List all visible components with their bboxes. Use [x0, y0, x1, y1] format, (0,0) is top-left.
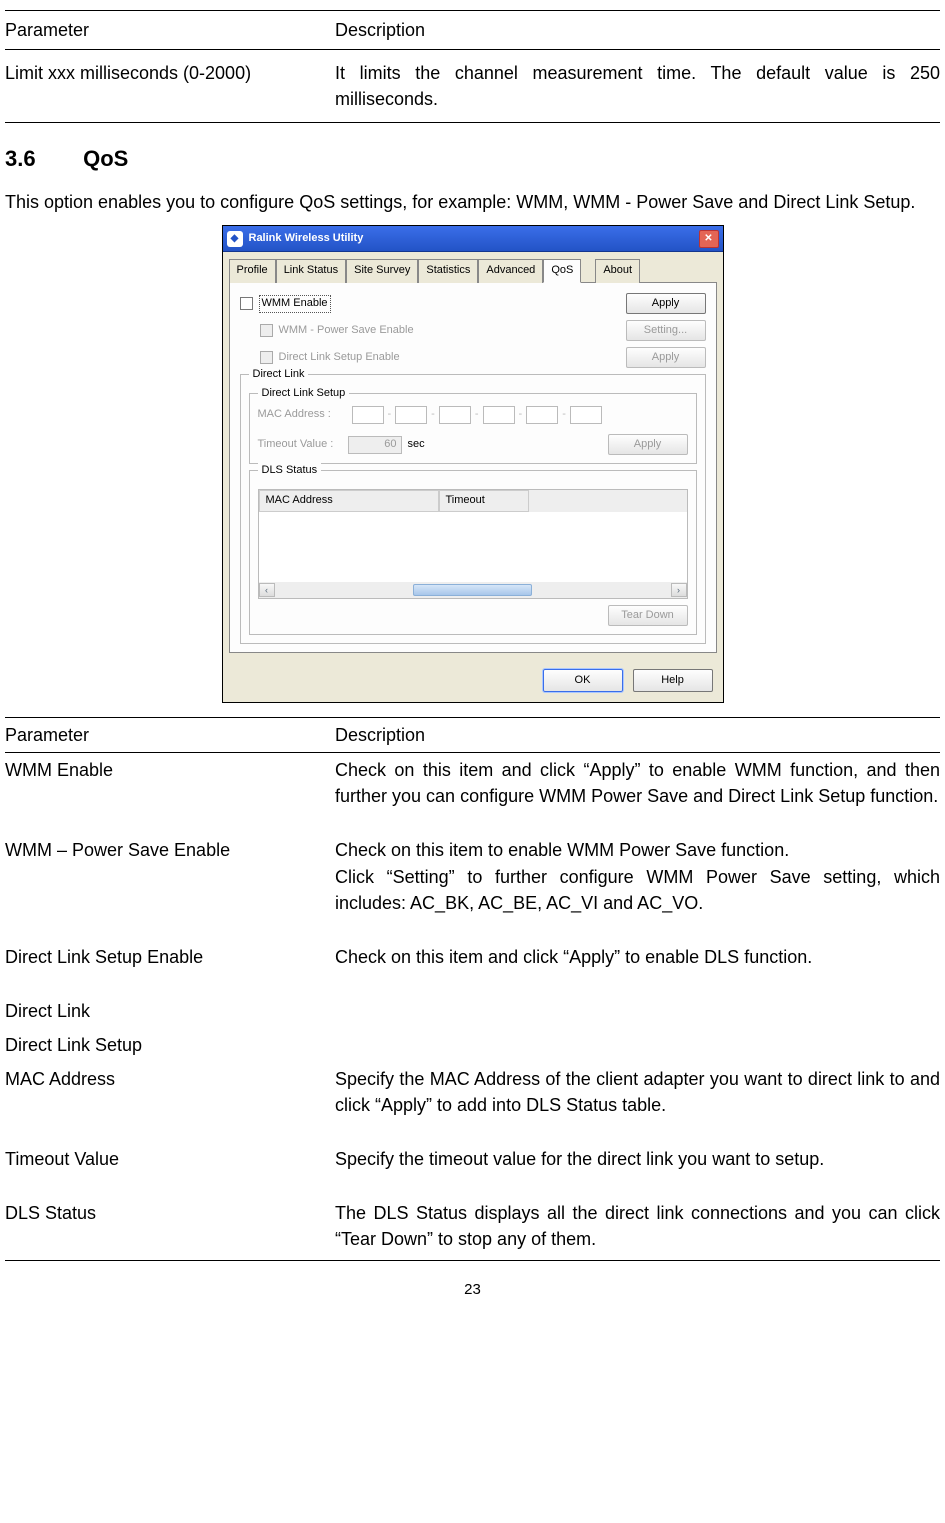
r5-param: Direct Link Setup — [5, 1028, 335, 1062]
app-icon: ◆ — [227, 231, 243, 247]
scroll-thumb[interactable] — [413, 584, 532, 596]
sec-label: sec — [408, 437, 425, 453]
setting-button[interactable]: Setting... — [626, 320, 706, 341]
window: ◆ Ralink Wireless Utility ✕ Profile Link… — [222, 225, 724, 703]
top-hdr-param: Parameter — [5, 11, 335, 50]
tab-site-survey[interactable]: Site Survey — [346, 259, 418, 283]
mac-input-1[interactable] — [352, 406, 384, 424]
mac-input-4[interactable] — [483, 406, 515, 424]
pt-hdr-param: Parameter — [5, 718, 335, 753]
r7-desc: Specify the timeout value for the direct… — [335, 1142, 940, 1176]
dls-col-timeout[interactable]: Timeout — [439, 490, 529, 512]
r8-param: DLS Status — [5, 1196, 335, 1261]
window-title: Ralink Wireless Utility — [249, 231, 364, 247]
close-icon[interactable]: ✕ — [699, 230, 719, 248]
apply-button-1[interactable]: Apply — [626, 293, 706, 314]
wmm-label: WMM Enable — [259, 295, 331, 313]
mac-input-2[interactable] — [395, 406, 427, 424]
r2-desc-l1: Check on this item to enable WMM Power S… — [335, 837, 940, 863]
apply-button-3[interactable]: Apply — [608, 434, 688, 455]
tab-statistics[interactable]: Statistics — [418, 259, 478, 283]
timeout-input[interactable]: 60 — [348, 436, 402, 454]
mac-input-5[interactable] — [526, 406, 558, 424]
r3-param: Direct Link Setup Enable — [5, 940, 335, 974]
dls-table: MAC Address Timeout ‹ › — [258, 489, 688, 599]
page-number: 23 — [5, 1279, 940, 1301]
dls-checkbox[interactable] — [260, 351, 273, 364]
pt-hdr-desc: Description — [335, 718, 940, 753]
r6-param: MAC Address — [5, 1062, 335, 1122]
tab-advanced[interactable]: Advanced — [478, 259, 543, 283]
dls-col-mac[interactable]: MAC Address — [259, 490, 439, 512]
r2-param: WMM – Power Save Enable — [5, 833, 335, 919]
timeout-label: Timeout Value : — [258, 437, 348, 453]
tab-profile[interactable]: Profile — [229, 259, 276, 283]
scroll-track[interactable] — [275, 583, 671, 597]
direct-link-setup-title: Direct Link Setup — [258, 386, 350, 402]
mac-label: MAC Address : — [258, 407, 348, 423]
tab-about[interactable]: About — [595, 259, 640, 283]
r1-param: WMM Enable — [5, 753, 335, 814]
dls-status-title: DLS Status — [258, 463, 322, 479]
section-title: QoS — [83, 146, 128, 171]
top-row-desc: It limits the channel measurement time. … — [335, 50, 940, 123]
tabstrip: Profile Link Status Site Survey Statisti… — [223, 252, 723, 282]
dls-label: Direct Link Setup Enable — [279, 350, 400, 366]
dls-body — [259, 512, 687, 582]
r6-desc: Specify the MAC Address of the client ad… — [335, 1062, 940, 1122]
r8-desc: The DLS Status displays all the direct l… — [335, 1196, 940, 1261]
teardown-button[interactable]: Tear Down — [608, 605, 688, 626]
help-button[interactable]: Help — [633, 669, 713, 692]
section-heading: 3.6 QoS — [5, 143, 940, 175]
dls-status-group: DLS Status MAC Address Timeout ‹ › — [249, 470, 697, 635]
chevron-left-icon[interactable]: ‹ — [259, 583, 275, 597]
scrollbar[interactable]: ‹ › — [259, 582, 687, 598]
direct-link-title: Direct Link — [249, 367, 309, 383]
top-row-param: Limit xxx milliseconds (0-2000) — [5, 50, 335, 123]
r2-desc: Check on this item to enable WMM Power S… — [335, 833, 940, 919]
direct-link-setup-group: Direct Link Setup MAC Address : - - - - … — [249, 393, 697, 464]
screenshot: ◆ Ralink Wireless Utility ✕ Profile Link… — [5, 225, 940, 703]
titlebar: ◆ Ralink Wireless Utility ✕ — [223, 226, 723, 252]
tab-qos[interactable]: QoS — [543, 259, 581, 283]
r2-desc-l2: Click “Setting” to further configure WMM… — [335, 864, 940, 916]
powersave-checkbox[interactable] — [260, 324, 273, 337]
section-intro: This option enables you to configure QoS… — [5, 189, 940, 215]
wmm-checkbox[interactable] — [240, 297, 253, 310]
r4-param: Direct Link — [5, 994, 335, 1028]
powersave-label: WMM - Power Save Enable — [279, 323, 414, 339]
ok-button[interactable]: OK — [543, 669, 623, 692]
apply-button-2[interactable]: Apply — [626, 347, 706, 368]
bottom-buttons: OK Help — [223, 659, 723, 702]
r1-desc: Check on this item and click “Apply” to … — [335, 753, 940, 814]
mac-input-3[interactable] — [439, 406, 471, 424]
top-table: Parameter Description Limit xxx millisec… — [5, 10, 940, 123]
tab-link-status[interactable]: Link Status — [276, 259, 346, 283]
mac-input-6[interactable] — [570, 406, 602, 424]
r7-param: Timeout Value — [5, 1142, 335, 1176]
param-table: Parameter Description WMM Enable Check o… — [5, 717, 940, 1261]
tabpane: WMM Enable Apply WMM - Power Save Enable… — [229, 282, 717, 653]
section-number: 3.6 — [5, 143, 77, 175]
top-hdr-desc: Description — [335, 11, 940, 50]
direct-link-group: Direct Link Direct Link Setup MAC Addres… — [240, 374, 706, 644]
r3-desc: Check on this item and click “Apply” to … — [335, 940, 940, 974]
chevron-right-icon[interactable]: › — [671, 583, 687, 597]
